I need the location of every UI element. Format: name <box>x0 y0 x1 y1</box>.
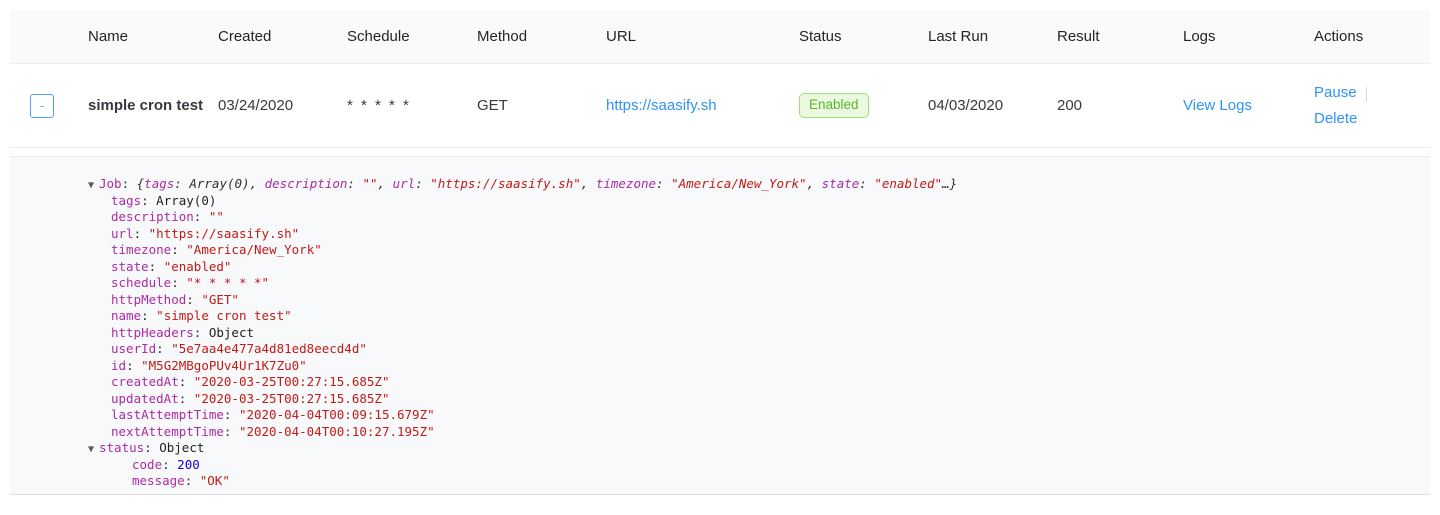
json-tree-row: url: "https://saasify.sh" <box>111 225 300 241</box>
json-tree-row: id: "M5G2MBgoPUv4Ur1K7Zu0" <box>111 357 307 373</box>
table-row: - simple cron test 03/24/2020 * * * * * … <box>10 63 1430 148</box>
json-tree-row: nextAttemptTime: "2020-04-04T00:10:27.19… <box>111 423 435 439</box>
json-tree-row: createdAt: "2020-03-25T00:27:15.685Z" <box>111 374 390 389</box>
column-header-url: URL <box>606 10 799 64</box>
json-tree-row[interactable]: ▼ status: Object <box>88 440 1430 457</box>
json-value: "" <box>208 209 224 224</box>
job-last-run: 04/03/2020 <box>928 63 1057 148</box>
json-tree-row: code: 200 <box>132 456 200 472</box>
column-header-logs: Logs <box>1183 10 1314 64</box>
json-value: "2020-03-25T00:27:15.685Z" <box>193 390 390 406</box>
json-key: description <box>111 209 194 224</box>
column-header-method: Method <box>477 10 606 64</box>
json-tree-row: httpMethod: "GET" <box>111 291 239 307</box>
table-body: - simple cron test 03/24/2020 * * * * * … <box>10 63 1430 148</box>
job-detail-panel: ▼ Job: {tags: Array(0), description: "", … <box>10 156 1430 495</box>
disclosure-triangle-icon: ▼ <box>88 180 95 191</box>
status-badge: Enabled <box>799 92 869 119</box>
json-key: timezone <box>111 242 172 257</box>
pause-job-link[interactable]: Pause <box>1314 84 1357 101</box>
json-key: id <box>111 357 127 373</box>
job-url-link[interactable]: https://saasify.sh <box>606 97 717 114</box>
json-tree-row: message: "OK" <box>132 473 230 488</box>
json-key: status <box>99 440 145 455</box>
json-value: "America/New_York" <box>186 242 322 257</box>
job-name: simple cron test <box>88 63 218 148</box>
job-actions-cell: Pause Delete <box>1314 63 1430 148</box>
column-header-last-run: Last Run <box>928 10 1057 64</box>
json-tree-row: schedule: "* * * * *" <box>111 275 270 290</box>
json-key: lastAttemptTime <box>111 407 224 422</box>
column-header-toggle <box>10 10 88 64</box>
json-key: url <box>111 225 134 241</box>
json-tree-root-row[interactable]: ▼ Job: {tags: Array(0), description: "", … <box>88 176 1430 193</box>
job-method: GET <box>477 63 606 148</box>
job-result: 200 <box>1057 63 1183 148</box>
view-logs-link[interactable]: View Logs <box>1183 97 1252 114</box>
json-key: name <box>111 308 142 323</box>
json-tree-row: timezone: "America/New_York" <box>111 242 322 257</box>
json-tree-row: description: "" <box>111 209 224 224</box>
disclosure-triangle-icon: ▼ <box>88 444 95 455</box>
json-key: createdAt <box>111 374 179 389</box>
json-value: "simple cron test" <box>156 308 292 323</box>
json-value: "https://saasify.sh" <box>148 225 300 241</box>
column-header-name: Name <box>88 10 218 64</box>
json-value: "enabled" <box>163 258 232 274</box>
json-value: "5e7aa4e477a4d81ed8eecd4d" <box>171 341 367 356</box>
job-url-cell: https://saasify.sh <box>606 63 799 148</box>
json-value: "M5G2MBgoPUv4Ur1K7Zu0" <box>141 357 307 373</box>
job-schedule: * * * * * <box>347 63 477 148</box>
column-header-created: Created <box>218 10 347 64</box>
column-header-status: Status <box>799 10 928 64</box>
row-toggle-cell: - <box>10 63 88 148</box>
json-tree-row: updatedAt: "2020-03-25T00:27:15.685Z" <box>111 390 390 406</box>
json-tree-row: lastAttemptTime: "2020-04-04T00:09:15.67… <box>111 407 435 422</box>
delete-job-link[interactable]: Delete <box>1314 110 1357 127</box>
json-value: "2020-03-25T00:27:15.685Z" <box>193 374 390 389</box>
json-key: nextAttemptTime <box>111 423 224 439</box>
json-key: httpHeaders <box>111 324 194 340</box>
json-value: "* * * * *" <box>186 275 270 290</box>
job-created: 03/24/2020 <box>218 63 347 148</box>
json-key: httpMethod <box>111 291 187 307</box>
json-tree-row: userId: "5e7aa4e477a4d81ed8eecd4d" <box>111 341 367 356</box>
column-header-actions: Actions <box>1314 10 1430 64</box>
job-logs-cell: View Logs <box>1183 63 1314 148</box>
json-tree-row: state: "enabled" <box>111 258 232 274</box>
json-key: state <box>111 258 149 274</box>
cron-jobs-page: Name Created Schedule Method URL Status … <box>0 0 1440 515</box>
json-value: "OK" <box>199 473 230 488</box>
table-header: Name Created Schedule Method URL Status … <box>10 10 1430 64</box>
json-key: tags <box>111 192 142 208</box>
action-divider <box>1365 86 1367 102</box>
table-header-row: Name Created Schedule Method URL Status … <box>10 10 1430 64</box>
column-header-result: Result <box>1057 10 1183 64</box>
root-key: Job <box>99 176 122 191</box>
json-key: schedule <box>111 275 172 290</box>
json-value: "2020-04-04T00:10:27.195Z" <box>238 423 435 439</box>
json-value: Array(0) <box>156 192 217 208</box>
cron-jobs-table: Name Created Schedule Method URL Status … <box>10 10 1430 148</box>
json-tree-row: name: "simple cron test" <box>111 308 292 323</box>
json-value: 200 <box>177 456 200 472</box>
json-key: code <box>132 456 163 472</box>
json-tree-row: httpHeaders: Object <box>111 324 255 340</box>
json-tree-row: tags: Array(0) <box>111 192 217 208</box>
column-header-schedule: Schedule <box>347 10 477 64</box>
job-json-tree: ▼ Job: {tags: Array(0), description: "", … <box>10 157 1430 490</box>
json-value: Object <box>159 440 205 455</box>
json-value: "2020-04-04T00:09:15.679Z" <box>238 407 435 422</box>
json-key: message <box>132 473 185 488</box>
json-value: "GET" <box>201 291 239 307</box>
job-status-cell: Enabled <box>799 63 928 148</box>
collapse-row-button[interactable]: - <box>30 93 54 118</box>
json-key: userId <box>111 341 157 356</box>
json-value: Object <box>208 324 255 340</box>
json-key: updatedAt <box>111 390 179 406</box>
